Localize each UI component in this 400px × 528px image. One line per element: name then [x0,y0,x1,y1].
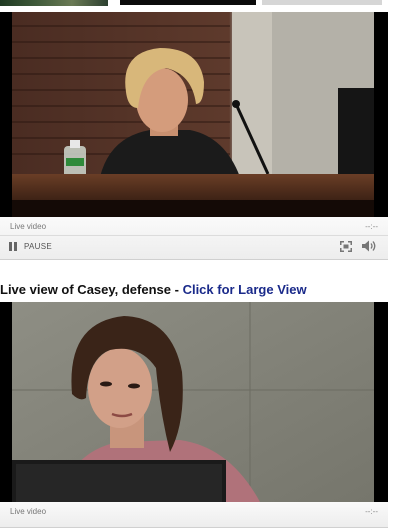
video-player-witness[interactable] [0,12,388,217]
large-view-link[interactable]: Click for Large View [183,282,307,297]
pause-button[interactable]: PAUSE [9,242,52,251]
video-controls-witness: Live video --:-- PAUSE [0,217,388,260]
pause-label: PAUSE [24,242,53,251]
section-title: Live view of Casey, defense - [0,282,183,297]
fullscreen-icon[interactable] [340,241,352,252]
black-bar [120,0,256,5]
time-display: --:-- [365,222,378,231]
top-strip [0,0,400,12]
grey-bar [262,0,382,5]
video-player-casey[interactable] [0,302,388,502]
controls-divider [0,235,388,236]
video-controls-casey: Live video --:-- [0,502,388,528]
witness-video-frame [12,12,374,217]
thumbnail-strip [0,0,108,6]
section-heading: Live view of Casey, defense - Click for … [0,282,307,297]
pause-icon [9,242,18,251]
casey-video-frame [12,302,374,502]
live-video-label: Live video [10,507,47,516]
volume-icon[interactable] [362,240,376,252]
live-video-label: Live video [10,222,47,231]
time-display: --:-- [365,507,378,516]
